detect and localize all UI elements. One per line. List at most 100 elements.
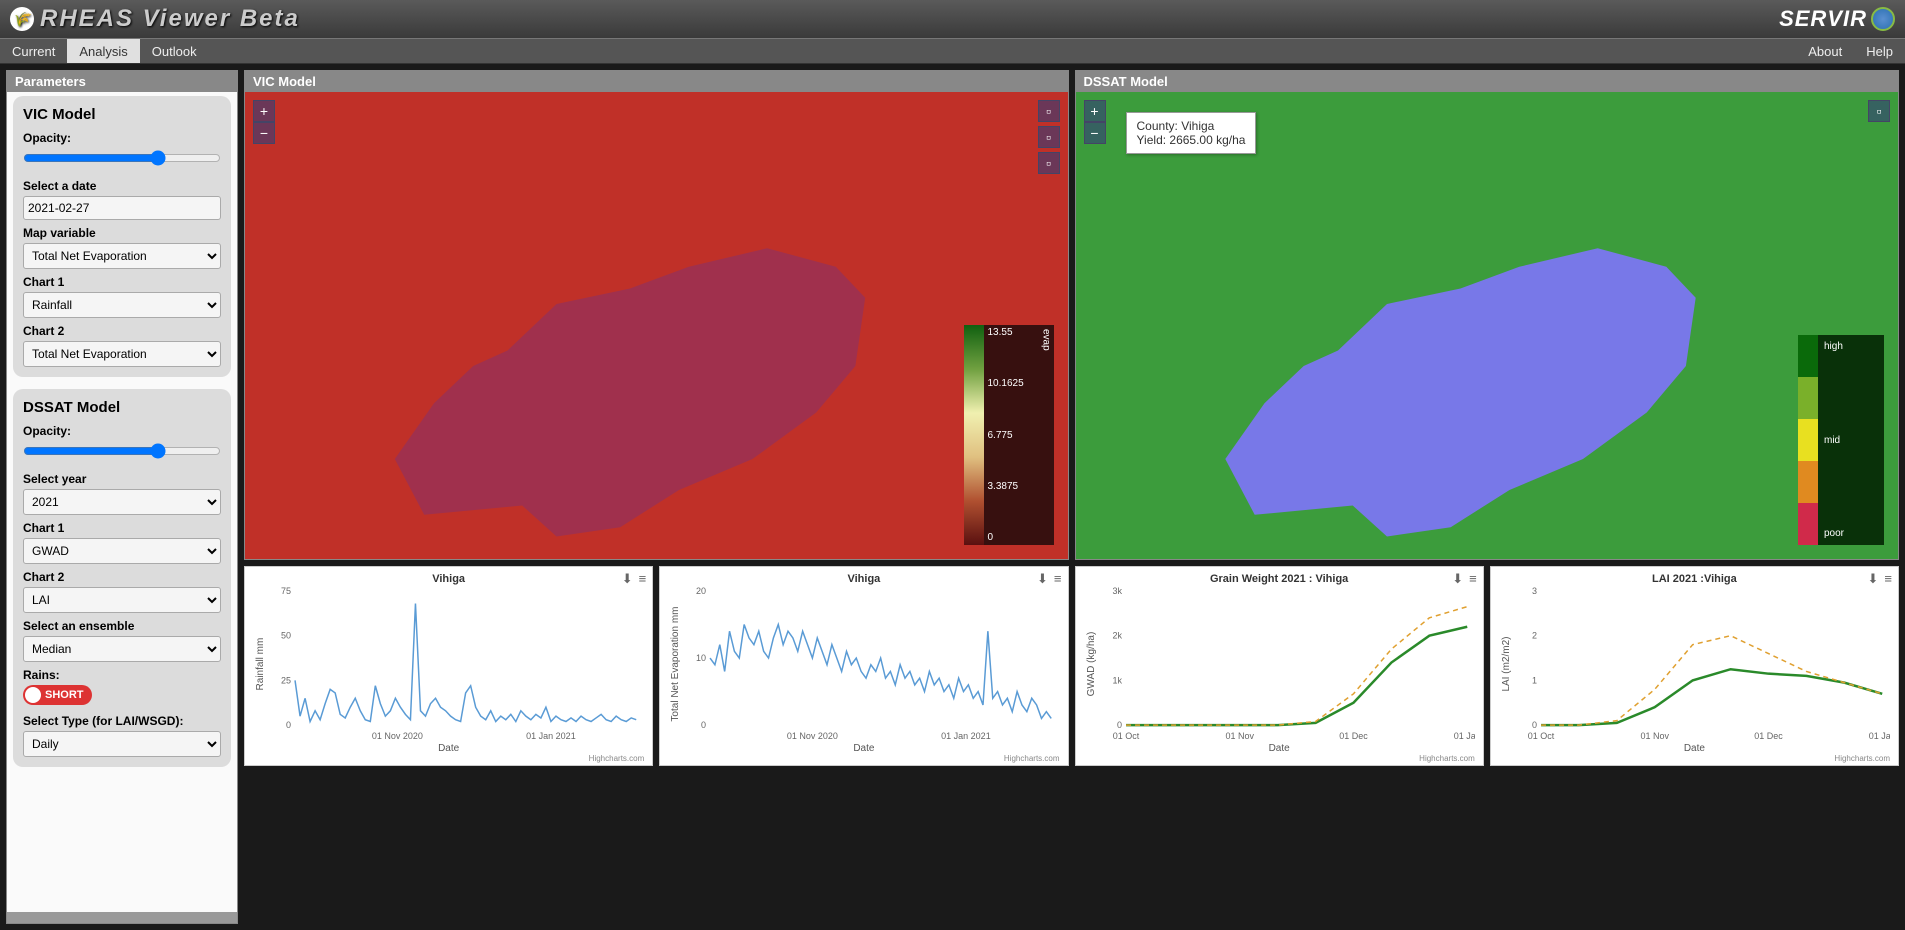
globe-icon [1871,7,1895,31]
svg-text:50: 50 [281,631,291,641]
main: Parameters VIC Model Opacity: Select a d… [0,64,1905,930]
dssat-type-label: Select Type (for LAI/WSGD): [23,714,221,728]
dssat-map-panel: DSSAT Model + − ▫ County: Vihiga Yield: … [1075,70,1900,560]
vic-date-label: Select a date [23,179,221,193]
chart-svg: 01k2k3k01 Oct01 Nov01 Dec01 JanGWAD (kg/… [1084,585,1475,743]
svg-text:25: 25 [281,675,291,685]
dssat-chart1-select[interactable]: GWAD [23,538,221,564]
dssat-year-select[interactable]: 2021 [23,489,221,515]
vic-date-input[interactable] [23,196,221,220]
app-title: 🌾 RHEAS Viewer Beta [10,5,300,33]
svg-text:01 Dec: 01 Dec [1754,731,1783,741]
chart-xlabel: Date [253,743,644,754]
vic-chart1-select[interactable]: Rainfall [23,292,221,318]
tick: 0 [988,532,1035,543]
app-title-text: RHEAS Viewer Beta [40,5,300,33]
dssat-opacity-label: Opacity: [23,424,221,438]
dssat-ensemble-label: Select an ensemble [23,619,221,633]
layer-btn-1[interactable]: ▫ [1038,100,1060,122]
menu-icon[interactable]: ≡ [1054,571,1062,587]
zoom-in-button[interactable]: + [253,100,275,122]
parameters-panel: Parameters VIC Model Opacity: Select a d… [6,70,238,924]
vic-legend-ticks: 13.55 10.1625 6.775 3.3875 0 [984,325,1039,545]
chart-svg: 012301 Oct01 Nov01 Dec01 JanLAI (m2/m2) [1499,585,1890,743]
chart-attr: Highcharts.com [253,754,644,763]
dssat-legend-bar [1798,335,1818,545]
dssat-layer-controls: ▫ [1868,100,1890,122]
vic-card-title: VIC Model [23,106,221,123]
svg-text:01 Nov 2020: 01 Nov 2020 [787,731,838,741]
tab-current[interactable]: Current [0,39,67,63]
dssat-type-select[interactable]: Daily [23,731,221,757]
nav-about[interactable]: About [1796,39,1854,63]
svg-text:Total Net Evaporation mm: Total Net Evaporation mm [670,607,681,722]
dssat-tooltip: County: Vihiga Yield: 2665.00 kg/ha [1126,112,1257,154]
layer-btn-3[interactable]: ▫ [1038,152,1060,174]
chart-title: Grain Weight 2021 : Vihiga [1084,573,1475,585]
tick: 13.55 [988,327,1035,338]
chart-title: LAI 2021 :Vihiga [1499,573,1890,585]
dssat-legend: high mid poor [1798,335,1884,545]
svg-text:01 Nov: 01 Nov [1640,731,1669,741]
vic-chart2-select[interactable]: Total Net Evaporation [23,341,221,367]
vic-region-shape[interactable] [385,242,875,552]
download-icon[interactable]: ⬇ [1868,571,1879,587]
chart-gwad: ⬇≡ Grain Weight 2021 : Vihiga 01k2k3k01 … [1075,566,1484,766]
svg-text:10: 10 [696,653,706,663]
tab-analysis[interactable]: Analysis [67,39,139,63]
vic-map-panel: VIC Model + − ▫ ▫ ▫ 13.55 10.1625 [244,70,1069,560]
vic-mapvar-select[interactable]: Total Net Evaporation [23,243,221,269]
charts-row: ⬇≡ Vihiga 025507501 Nov 202001 Jan 2021R… [244,566,1899,766]
dssat-map-header: DSSAT Model [1076,71,1899,92]
svg-text:01 Dec: 01 Dec [1339,731,1368,741]
zoom-out-button[interactable]: − [253,122,275,144]
dssat-chart1-label: Chart 1 [23,521,221,535]
rains-toggle[interactable]: SHORT [23,685,92,705]
zoom-out-button[interactable]: − [1084,122,1106,144]
brand-text: SERVIR [1779,6,1867,32]
menu-icon[interactable]: ≡ [1469,571,1477,587]
svg-text:1k: 1k [1112,675,1122,685]
tooltip-county: County: Vihiga [1137,119,1246,133]
svg-text:20: 20 [696,586,706,596]
chart-xlabel: Date [1084,743,1475,754]
menu-icon[interactable]: ≡ [1884,571,1892,587]
vic-card: VIC Model Opacity: Select a date Map var… [13,96,231,377]
dssat-chart2-select[interactable]: LAI [23,587,221,613]
dssat-map[interactable]: + − ▫ County: Vihiga Yield: 2665.00 kg/h… [1076,92,1899,559]
vic-zoom-controls: + − [253,100,275,144]
parameters-header: Parameters [7,71,237,92]
vic-opacity-slider[interactable] [23,148,221,168]
dssat-opacity-slider[interactable] [23,441,221,461]
svg-text:0: 0 [1532,720,1537,730]
tick: 10.1625 [988,378,1035,389]
tab-outlook[interactable]: Outlook [140,39,209,63]
layer-btn-2[interactable]: ▫ [1038,126,1060,148]
tabs-left: Current Analysis Outlook [0,39,209,63]
legend-mid: mid [1824,435,1878,446]
menu-icon[interactable]: ≡ [639,571,647,587]
download-icon[interactable]: ⬇ [622,571,633,587]
download-icon[interactable]: ⬇ [1037,571,1048,587]
vic-map[interactable]: + − ▫ ▫ ▫ 13.55 10.1625 6.775 3.3875 0 [245,92,1068,559]
dssat-zoom-controls: + − [1084,100,1106,144]
chart-xlabel: Date [1499,743,1890,754]
dssat-chart2-label: Chart 2 [23,570,221,584]
svg-text:75: 75 [281,586,291,596]
layer-btn-1[interactable]: ▫ [1868,100,1890,122]
parameters-body[interactable]: VIC Model Opacity: Select a date Map var… [7,92,237,912]
dssat-legend-labels: high mid poor [1818,335,1884,545]
rains-toggle-label: SHORT [45,689,84,701]
legend-poor: poor [1824,528,1878,539]
chart-attr: Highcharts.com [668,754,1059,763]
dssat-ensemble-select[interactable]: Median [23,636,221,662]
vic-legend-var: evap [1039,325,1054,545]
svg-text:01 Jan 2021: 01 Jan 2021 [941,731,991,741]
dssat-region-shape[interactable] [1216,242,1706,552]
download-icon[interactable]: ⬇ [1452,571,1463,587]
svg-text:01 Jan: 01 Jan [1453,731,1475,741]
nav-help[interactable]: Help [1854,39,1905,63]
toggle-knob [25,687,41,703]
vic-legend: 13.55 10.1625 6.775 3.3875 0 evap [964,325,1054,545]
zoom-in-button[interactable]: + [1084,100,1106,122]
